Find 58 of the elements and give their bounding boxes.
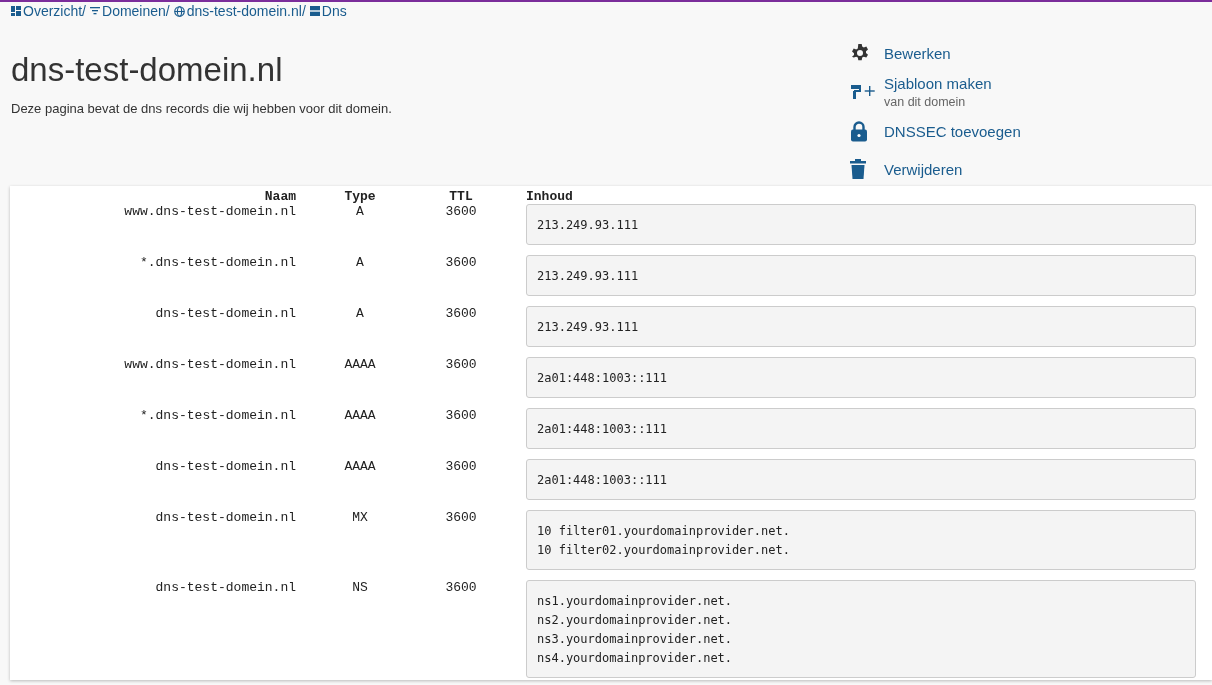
content-line: 213.249.93.111 bbox=[537, 319, 640, 336]
content-line: 2a01:448:1003::111 bbox=[537, 421, 669, 438]
table-cell-text: A bbox=[355, 204, 365, 219]
table-cell-text: *.dns-test-domein.nl bbox=[138, 408, 296, 423]
filter-icon bbox=[90, 7, 100, 15]
content-line: 10 filter01.yourdomainprovider.net. bbox=[537, 523, 791, 540]
table-cell-text: AAAA bbox=[343, 408, 377, 423]
table-cell-text: dns-test-domein.nl bbox=[154, 580, 296, 595]
table-cell-text: 3600 bbox=[444, 204, 478, 219]
table-cell-text: 3600 bbox=[444, 255, 478, 270]
content-line: ns3.yourdomainprovider.net. bbox=[537, 631, 734, 648]
table-cell-text: AAAA bbox=[343, 459, 377, 474]
paint-roller-plus-icon bbox=[850, 83, 876, 101]
table-cell-text: *.dns-test-domein.nl bbox=[138, 255, 296, 270]
table-cell-text: MX bbox=[351, 510, 369, 525]
breadcrumb-link[interactable]: dns-test-domein.nl/ bbox=[173, 3, 306, 19]
server-icon bbox=[309, 6, 320, 16]
table-cell-text: dns-test-domein.nl bbox=[154, 306, 296, 321]
action-link[interactable]: Verwijderen bbox=[848, 153, 1202, 185]
lock-icon bbox=[850, 120, 868, 142]
content-line: 10 filter02.yourdomainprovider.net. bbox=[537, 542, 791, 559]
table-cell-text: NS bbox=[351, 580, 369, 595]
content-line: ns2.yourdomainprovider.net. bbox=[537, 612, 734, 629]
column-header: Naam bbox=[263, 189, 296, 204]
page-description: Deze pagina bevat de dns records die wij hebben voor dit domein. bbox=[11, 101, 392, 116]
table-cell-text: 3600 bbox=[444, 306, 478, 321]
globe-icon bbox=[173, 5, 185, 17]
table-cell-text: dns-test-domein.nl bbox=[154, 510, 296, 525]
column-header: Type bbox=[343, 189, 377, 204]
page-title: dns-test-domein.nl bbox=[11, 51, 284, 89]
content-line: 213.249.93.111 bbox=[537, 268, 640, 285]
action-link[interactable]: DNSSEC toevoegen bbox=[848, 115, 1202, 147]
column-header: Inhoud bbox=[526, 189, 573, 204]
column-header: TTL bbox=[448, 189, 474, 204]
action-link[interactable]: Sjabloon maken van dit domein bbox=[848, 75, 1202, 109]
table-cell-text: 3600 bbox=[444, 408, 478, 423]
table-cell-text: dns-test-domein.nl bbox=[154, 459, 296, 474]
content-line: ns1.yourdomainprovider.net. bbox=[537, 593, 734, 610]
table-cell-text: A bbox=[355, 306, 365, 321]
table-cell-text: 3600 bbox=[444, 510, 478, 525]
table-cell-text: www.dns-test-domein.nl bbox=[123, 204, 296, 219]
action-link[interactable]: Bewerken bbox=[848, 37, 1202, 69]
table-cell-text: 3600 bbox=[444, 580, 478, 595]
breadcrumb-link[interactable]: Domeinen/ bbox=[90, 3, 170, 19]
content-line: ns4.yourdomainprovider.net. bbox=[537, 650, 734, 667]
table-cell-text: 3600 bbox=[444, 357, 478, 372]
breadcrumb-link[interactable]: Dns bbox=[309, 3, 347, 19]
content-line: 2a01:448:1003::111 bbox=[537, 472, 669, 489]
trash-icon bbox=[850, 159, 866, 179]
content-line: 2a01:448:1003::111 bbox=[537, 370, 669, 387]
table-cell-text: www.dns-test-domein.nl bbox=[123, 357, 296, 372]
table-cell-text: AAAA bbox=[343, 357, 377, 372]
content-line: 213.249.93.111 bbox=[537, 217, 640, 234]
table-cell-text: 3600 bbox=[444, 459, 478, 474]
table-cell-text: A bbox=[355, 255, 365, 270]
settings-icon bbox=[850, 43, 870, 63]
breadcrumb-link[interactable]: Overzicht/ bbox=[11, 3, 86, 19]
grid-icon bbox=[11, 6, 21, 16]
